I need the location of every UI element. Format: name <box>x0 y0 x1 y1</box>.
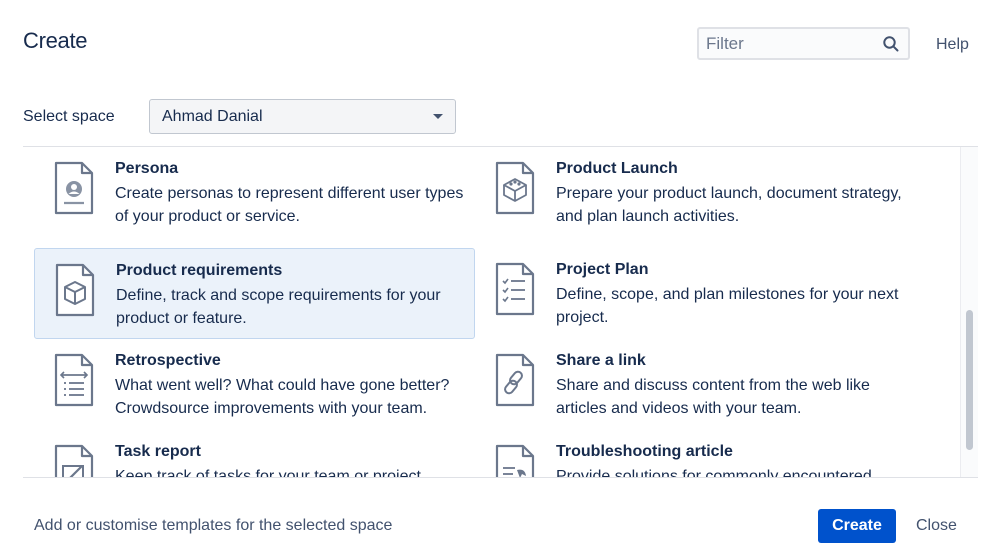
template-name: Product requirements <box>116 262 283 279</box>
template-item-product-requirements[interactable]: Product requirements Define, track and s… <box>34 248 475 339</box>
close-button[interactable]: Close <box>916 517 957 535</box>
troubleshooting-article-icon <box>495 444 535 477</box>
search-icon[interactable] <box>882 35 900 53</box>
retrospective-icon <box>54 353 94 407</box>
template-name: Retrospective <box>115 352 221 369</box>
filter-field[interactable] <box>697 27 910 60</box>
template-description: Provide solutions for commonly encounter… <box>556 468 872 478</box>
template-description: Keep track of tasks for your team or pro… <box>115 468 426 478</box>
template-description: Prepare your product launch, document st… <box>556 185 902 225</box>
list-scrollbar[interactable] <box>960 147 978 477</box>
template-list[interactable]: Persona Create personas to represent dif… <box>23 146 978 478</box>
share-link-icon <box>495 353 535 407</box>
task-report-icon <box>54 444 94 477</box>
template-description: Create personas to represent different u… <box>115 185 464 225</box>
persona-icon <box>54 161 94 215</box>
template-item-troubleshooting-article[interactable]: Troubleshooting article Provide solution… <box>475 430 916 478</box>
dialog-title: Create <box>23 28 88 53</box>
template-item-share-link[interactable]: Share a link Share and discuss content f… <box>475 339 916 430</box>
product-launch-icon <box>495 161 535 215</box>
help-link[interactable]: Help <box>936 36 969 54</box>
scrollbar-thumb[interactable] <box>966 310 973 450</box>
template-item-retrospective[interactable]: Retrospective What went well? What could… <box>34 339 475 430</box>
template-item-project-plan[interactable]: Project Plan Define, scope, and plan mil… <box>475 248 916 339</box>
template-item-persona[interactable]: Persona Create personas to represent dif… <box>34 147 475 238</box>
template-name: Persona <box>115 160 179 177</box>
space-select[interactable]: Ahmad Danial <box>149 99 456 134</box>
template-item-product-launch[interactable]: Product Launch Prepare your product laun… <box>475 147 916 238</box>
template-name: Task report <box>115 443 201 460</box>
template-name: Project Plan <box>556 261 649 278</box>
customise-templates-link[interactable]: Add or customise templates for the selec… <box>34 517 392 535</box>
template-description: Define, track and scope requirements for… <box>116 287 441 327</box>
template-description: Share and discuss content from the web l… <box>556 377 870 417</box>
project-plan-icon <box>495 262 535 316</box>
chevron-down-icon <box>433 114 443 119</box>
select-space-label: Select space <box>23 108 115 125</box>
template-name: Share a link <box>556 352 646 369</box>
template-description: Define, scope, and plan milestones for y… <box>556 286 899 326</box>
template-name: Troubleshooting article <box>556 443 733 460</box>
filter-input[interactable] <box>699 29 869 58</box>
space-select-value: Ahmad Danial <box>162 108 263 125</box>
template-name: Product Launch <box>556 160 678 177</box>
template-item-task-report[interactable]: Task report Keep track of tasks for your… <box>34 430 475 478</box>
product-requirements-icon <box>55 263 95 317</box>
create-button[interactable]: Create <box>818 509 896 543</box>
template-description: What went well? What could have gone bet… <box>115 377 450 417</box>
